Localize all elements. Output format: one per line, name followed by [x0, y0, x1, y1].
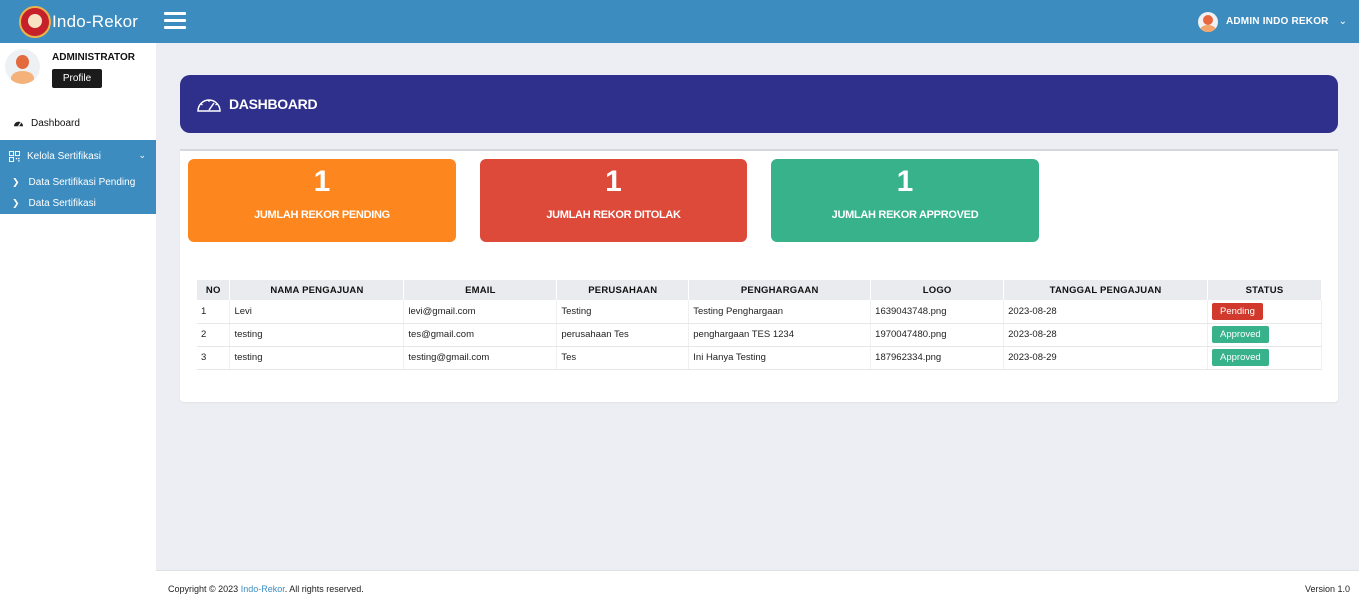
stat-card-pending[interactable]: 1 JUMLAH REKOR PENDING: [188, 159, 456, 242]
sidebar-item-label: Kelola Sertifikasi: [27, 150, 101, 162]
cell-logo: 187962334.png: [870, 346, 1005, 370]
cell-logo: 1639043748.png: [870, 300, 1005, 324]
cell-penghargaan: Ini Hanya Testing: [688, 346, 872, 370]
sidebar-profile: ADMINISTRATOR Profile: [0, 43, 156, 98]
cell-status: Pending: [1207, 300, 1322, 324]
cell-status: Approved: [1207, 346, 1322, 370]
stat-card-ditolak[interactable]: 1 JUMLAH REKOR DITOLAK: [480, 159, 747, 242]
stat-label: JUMLAH REKOR PENDING: [254, 209, 390, 221]
copyright-prefix: Copyright © 2023: [168, 584, 241, 594]
column-header[interactable]: PENGHARGAAN: [688, 280, 872, 300]
footer: Copyright © 2023 Indo-Rekor. All rights …: [156, 570, 1359, 597]
profile-name: ADMINISTRATOR: [52, 52, 135, 63]
stat-value: 1: [605, 165, 622, 198]
cell-nama: testing: [229, 346, 405, 370]
dashboard-icon: [13, 121, 24, 127]
sidebar-item-label: Data Sertifikasi: [28, 198, 96, 209]
menu-toggle-icon[interactable]: [164, 12, 186, 31]
status-badge[interactable]: Approved: [1212, 349, 1269, 366]
submissions-table: NO NAMA PENGAJUAN EMAIL PERUSAHAAN PENGH…: [197, 280, 1322, 370]
brand[interactable]: Indo-Rekor: [0, 0, 156, 43]
stat-label: JUMLAH REKOR APPROVED: [831, 209, 979, 221]
table-header-row: NO NAMA PENGAJUAN EMAIL PERUSAHAAN PENGH…: [197, 280, 1322, 300]
sidebar: ADMINISTRATOR Profile Dashboard Kelola S…: [0, 43, 156, 597]
user-avatar: [1197, 11, 1218, 32]
copyright: Copyright © 2023 Indo-Rekor. All rights …: [168, 584, 364, 594]
user-menu[interactable]: ADMIN INDO REKOR ⌄: [1197, 0, 1347, 43]
column-header[interactable]: LOGO: [870, 280, 1005, 300]
column-header[interactable]: TANGGAL PENGAJUAN: [1003, 280, 1208, 300]
qrcode-icon: [9, 150, 20, 162]
cell-penghargaan: penghargaan TES 1234: [688, 323, 872, 347]
chevron-down-icon: ⌄: [138, 150, 146, 160]
version-text: Version 1.0: [1304, 584, 1350, 594]
cell-tanggal: 2023-08-29: [1003, 346, 1208, 370]
copyright-suffix: . All rights reserved.: [284, 584, 364, 594]
stat-label: JUMLAH REKOR DITOLAK: [546, 209, 681, 221]
sidebar-item-label: Data Sertifikasi Pending: [28, 177, 136, 188]
cell-penghargaan: Testing Penghargaan: [688, 300, 872, 324]
page-header: DASHBOARD: [180, 75, 1338, 133]
speedometer-icon: [197, 99, 221, 112]
dashboard-card: 1 JUMLAH REKOR PENDING 1 JUMLAH REKOR DI…: [180, 149, 1338, 402]
cell-nama: testing: [229, 323, 405, 347]
cell-status: Approved: [1207, 323, 1322, 347]
page-title: DASHBOARD: [229, 96, 318, 112]
sidebar-item-data-sertifikasi[interactable]: ❯ Data Sertifikasi: [0, 193, 156, 214]
table-row: 3 testing testing@gmail.com Tes Ini Hany…: [197, 346, 1322, 370]
brand-logo-icon: [19, 5, 51, 38]
column-header[interactable]: NAMA PENGAJUAN: [229, 280, 405, 300]
chevron-right-icon: ❯: [12, 198, 20, 208]
cell-email: tes@gmail.com: [403, 323, 558, 347]
cell-perusahaan: perusahaan Tes: [556, 323, 690, 347]
sidebar-item-dashboard[interactable]: Dashboard: [0, 112, 156, 134]
cell-no: 2: [197, 323, 231, 347]
profile-avatar: [5, 49, 40, 84]
column-header[interactable]: EMAIL: [403, 280, 558, 300]
stat-value: 1: [896, 165, 914, 198]
top-navbar: Indo-Rekor ADMIN INDO REKOR ⌄: [0, 0, 1359, 43]
sidebar-item-kelola-sertifikasi[interactable]: Kelola Sertifikasi ⌄: [0, 140, 156, 172]
cell-tanggal: 2023-08-28: [1003, 323, 1208, 347]
sidebar-item-label: Dashboard: [31, 117, 80, 129]
stat-card-approved[interactable]: 1 JUMLAH REKOR APPROVED: [771, 159, 1039, 242]
cell-no: 1: [197, 300, 231, 324]
cell-logo: 1970047480.png: [870, 323, 1005, 347]
brand-name: Indo-Rekor: [52, 11, 139, 31]
cell-nama: Levi: [229, 300, 405, 324]
chevron-right-icon: ❯: [12, 177, 20, 187]
profile-button[interactable]: Profile: [52, 69, 102, 88]
table-row: 1 Levi levi@gmail.com Testing Testing Pe…: [197, 300, 1322, 324]
cell-perusahaan: Tes: [556, 346, 690, 370]
column-header[interactable]: PERUSAHAAN: [556, 280, 690, 300]
sidebar-group-kelola-sertifikasi: Kelola Sertifikasi ⌄ ❯ Data Sertifikasi …: [0, 140, 156, 214]
table-row: 2 testing tes@gmail.com perusahaan Tes p…: [197, 323, 1322, 347]
footer-brand-link[interactable]: Indo-Rekor: [241, 584, 285, 594]
cell-perusahaan: Testing: [556, 300, 690, 324]
sidebar-item-data-sertifikasi-pending[interactable]: ❯ Data Sertifikasi Pending: [0, 172, 156, 193]
status-badge[interactable]: Pending: [1212, 302, 1263, 320]
column-header[interactable]: NO: [197, 280, 231, 300]
user-name: ADMIN INDO REKOR: [1225, 16, 1329, 27]
status-badge[interactable]: Approved: [1212, 326, 1269, 343]
cell-email: testing@gmail.com: [403, 346, 558, 370]
column-header[interactable]: STATUS: [1207, 280, 1322, 300]
cell-no: 3: [197, 346, 231, 370]
chevron-down-icon: ⌄: [1338, 16, 1347, 27]
cell-email: levi@gmail.com: [403, 300, 558, 324]
cell-tanggal: 2023-08-28: [1003, 300, 1208, 324]
stat-value: 1: [313, 165, 331, 198]
